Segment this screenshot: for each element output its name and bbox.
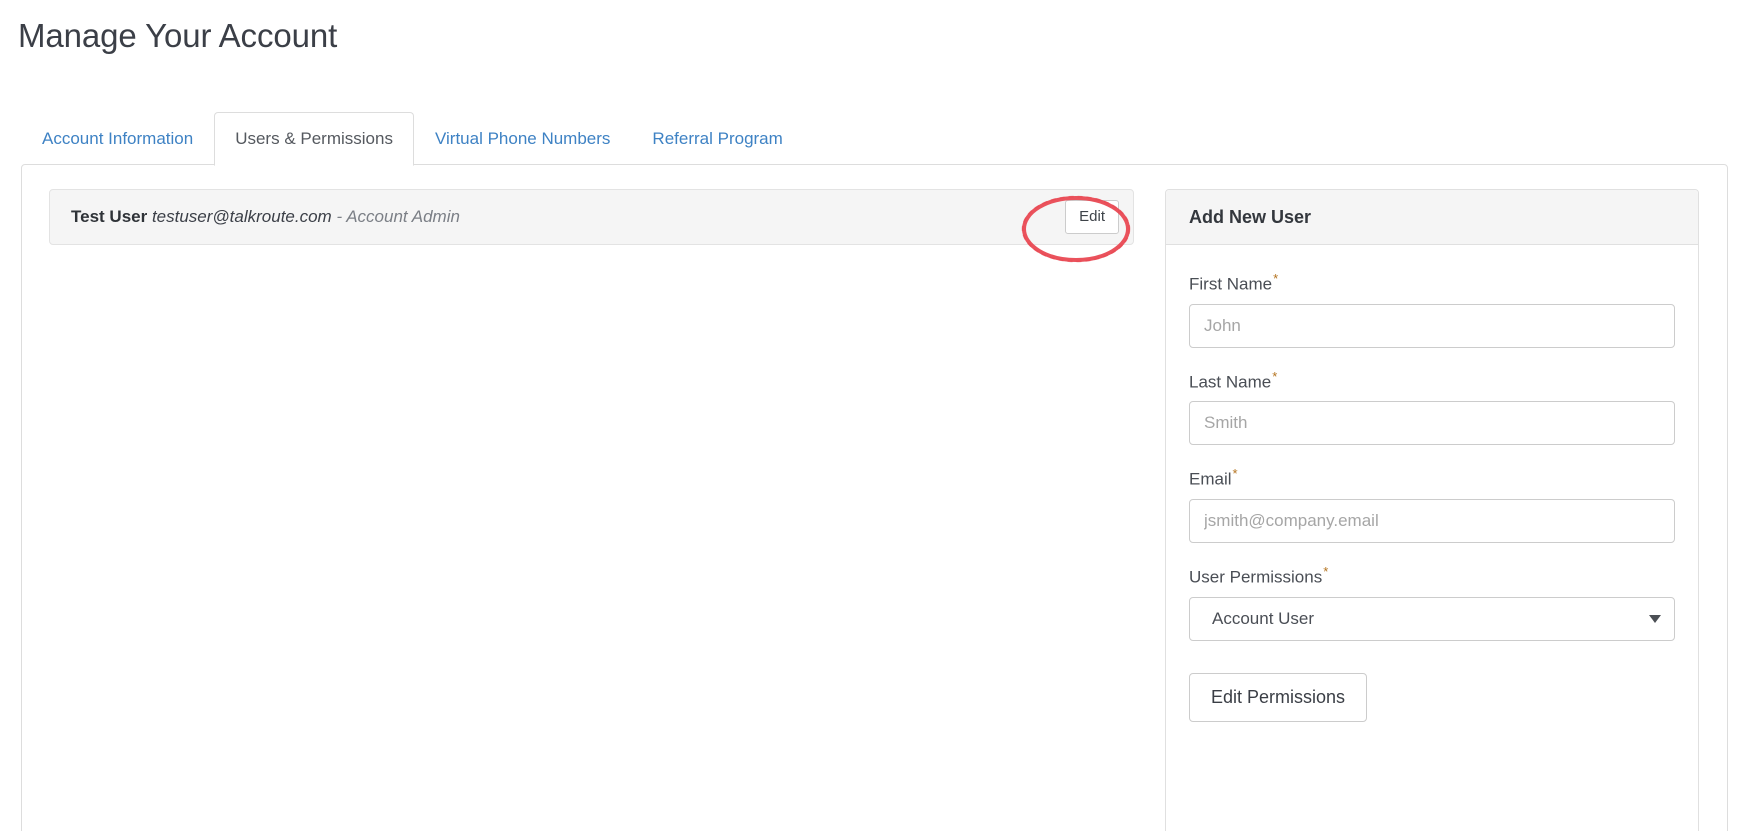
first-name-field-group: First Name*	[1189, 272, 1675, 348]
add-new-user-form: First Name* Last Name* Email*	[1166, 245, 1698, 722]
email-label-text: Email	[1189, 469, 1232, 489]
table-row: Test User testuser@talkroute.com - Accou…	[49, 189, 1134, 245]
edit-user-button[interactable]: Edit	[1065, 200, 1119, 234]
users-list: Test User testuser@talkroute.com - Accou…	[49, 189, 1134, 245]
user-permissions-select-wrap: Account User	[1189, 596, 1675, 641]
user-email: testuser@talkroute.com	[151, 207, 332, 226]
edit-permissions-group: Edit Permissions	[1189, 663, 1675, 722]
add-new-user-title: Add New User	[1189, 207, 1312, 227]
email-input[interactable]	[1189, 498, 1675, 543]
first-name-input[interactable]	[1189, 303, 1675, 348]
first-name-label-text: First Name	[1189, 274, 1273, 294]
last-name-input[interactable]	[1189, 401, 1675, 446]
tab-account-information[interactable]: Account Information	[21, 112, 214, 166]
required-asterisk: *	[1272, 368, 1278, 384]
email-label: Email*	[1189, 467, 1675, 490]
tab-content-panel: Test User testuser@talkroute.com - Accou…	[21, 164, 1728, 831]
user-permissions-field-group: User Permissions* Account User	[1189, 565, 1675, 641]
last-name-label: Last Name*	[1189, 370, 1675, 393]
required-asterisk: *	[1273, 271, 1279, 286]
add-new-user-header: Add New User	[1166, 190, 1698, 245]
first-name-label: First Name*	[1189, 272, 1675, 295]
manage-account-page: Manage Your Account Account Information …	[0, 0, 1747, 831]
required-asterisk: *	[1323, 563, 1329, 579]
user-role: Account Admin	[346, 207, 460, 226]
required-asterisk: *	[1232, 466, 1238, 482]
tab-virtual-phone-numbers[interactable]: Virtual Phone Numbers	[414, 112, 631, 166]
last-name-label-text: Last Name	[1189, 372, 1272, 392]
user-role-separator: -	[331, 207, 347, 226]
user-permissions-label: User Permissions*	[1189, 565, 1675, 588]
edit-permissions-button[interactable]: Edit Permissions	[1189, 672, 1368, 722]
email-field-group: Email*	[1189, 467, 1675, 543]
tab-referral-program[interactable]: Referral Program	[631, 112, 803, 166]
last-name-field-group: Last Name*	[1189, 370, 1675, 446]
user-permissions-label-text: User Permissions	[1189, 567, 1323, 587]
tab-users-permissions[interactable]: Users & Permissions	[214, 112, 414, 166]
user-summary: Test User testuser@talkroute.com - Accou…	[71, 207, 1065, 227]
user-permissions-select[interactable]: Account User	[1189, 596, 1675, 641]
add-new-user-panel: Add New User First Name* Last Name*	[1165, 189, 1699, 831]
page-title: Manage Your Account	[18, 17, 338, 54]
tab-bar: Account Information Users & Permissions …	[21, 112, 804, 166]
user-name: Test User	[71, 207, 148, 226]
